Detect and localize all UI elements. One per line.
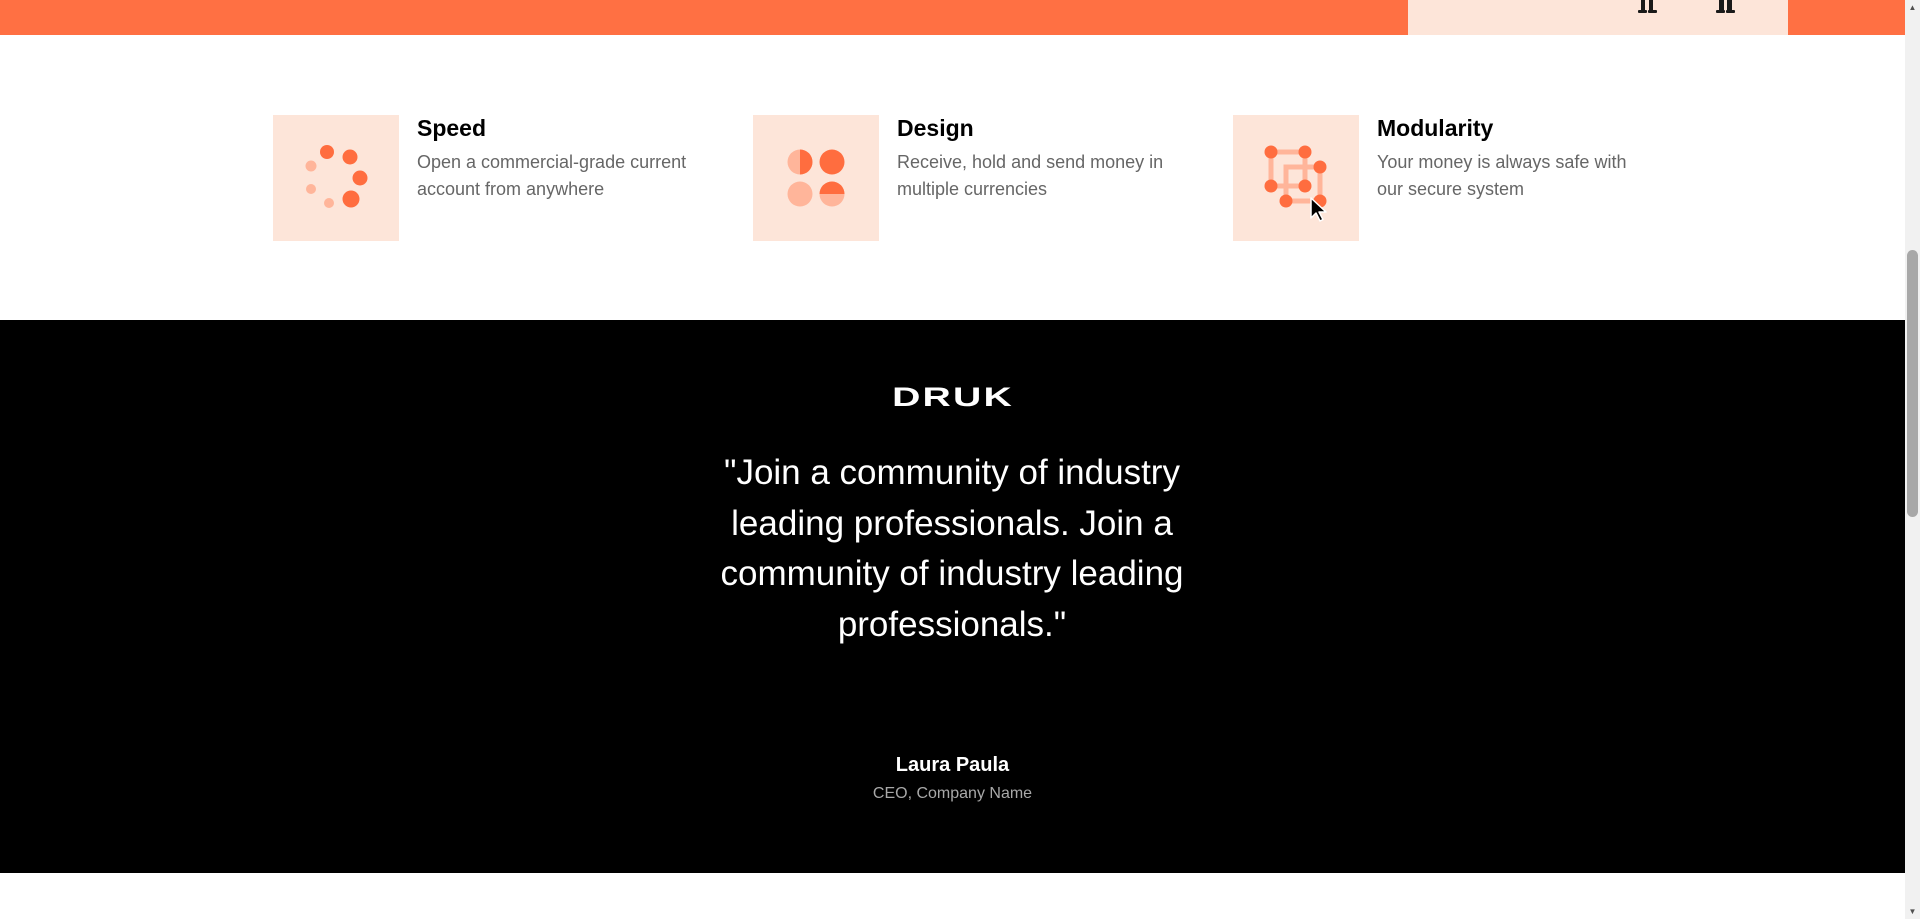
testimonial-quote: "Join a community of industry leading pr… <box>720 453 1184 644</box>
scroll-down-arrow-icon[interactable]: ▼ <box>1905 904 1920 919</box>
brand-logo-text: DRUK <box>891 382 1014 412</box>
feature-icon-tile <box>753 115 879 241</box>
feature-title: Modularity <box>1377 115 1494 141</box>
testimonial-author-name: Laura Paula <box>895 754 1010 776</box>
feature-description: Open a commercial-grade current account … <box>417 152 687 199</box>
testimonial-author-role: CEO, Company Name <box>872 785 1033 802</box>
feature-description: Your money is always safe with our secur… <box>1377 152 1627 199</box>
vertical-scrollbar[interactable]: ▲ ▼ <box>1905 0 1920 919</box>
brand-logo: DRUK <box>0 382 1905 413</box>
feature-title: Design <box>897 115 974 141</box>
scroll-up-arrow-icon[interactable]: ▲ <box>1905 0 1920 15</box>
circles-grid-icon <box>787 149 845 207</box>
dots-spinner-icon <box>305 145 368 208</box>
feature-speed: Speed Open a commercial-grade current ac… <box>273 115 713 241</box>
feature-title: Speed <box>417 115 487 141</box>
hero-illustration-card <box>1408 0 1788 35</box>
person-illustration-icon <box>1638 0 1657 13</box>
feature-icon-tile <box>273 115 399 241</box>
features-section: Speed Open a commercial-grade current ac… <box>0 35 1905 320</box>
feature-icon-tile <box>1233 115 1359 241</box>
person-illustration-icon <box>1716 0 1735 13</box>
linked-nodes-icon <box>1264 145 1327 208</box>
feature-description: Receive, hold and send money in multiple… <box>897 152 1164 199</box>
feature-modularity: Modularity Your money is always safe wit… <box>1233 115 1673 241</box>
feature-design: Design Receive, hold and send money in m… <box>753 115 1193 241</box>
hero-section-bottom <box>0 0 1905 35</box>
page: Speed Open a commercial-grade current ac… <box>0 0 1905 919</box>
mouse-cursor-icon <box>1310 197 1327 222</box>
scrollbar-thumb[interactable] <box>1907 250 1918 517</box>
testimonial-section: DRUK "Join a community of industry leadi… <box>0 320 1905 873</box>
